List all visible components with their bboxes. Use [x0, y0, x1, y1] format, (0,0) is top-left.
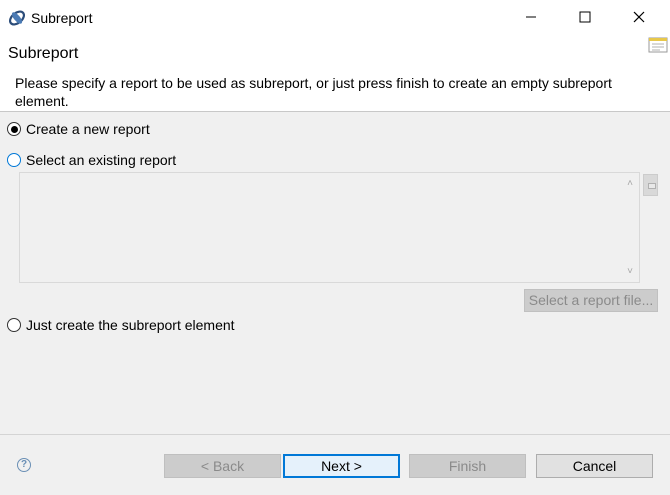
- footer-divider: [0, 434, 670, 435]
- scroll-up-icon[interactable]: ˄: [627, 178, 633, 189]
- select-report-file-button[interactable]: Select a report file...: [524, 289, 658, 312]
- minimize-button[interactable]: [508, 0, 554, 36]
- maximize-icon: [579, 10, 591, 26]
- radio-label: Select an existing report: [26, 152, 177, 168]
- minimize-icon: [525, 10, 537, 26]
- list-side-button[interactable]: [643, 174, 658, 196]
- radio-button[interactable]: [7, 153, 21, 167]
- window-title: Subreport: [31, 10, 93, 26]
- radio-just-create-element[interactable]: Just create the subreport element: [7, 315, 235, 335]
- radio-create-new-report[interactable]: Create a new report: [7, 119, 150, 139]
- radio-button[interactable]: [7, 318, 21, 332]
- radio-button[interactable]: [7, 122, 21, 136]
- wizard-description: Please specify a report to be used as su…: [15, 75, 612, 109]
- close-icon: [633, 10, 645, 26]
- maximize-button[interactable]: [562, 0, 608, 36]
- close-button[interactable]: [616, 0, 662, 36]
- cancel-button[interactable]: Cancel: [536, 454, 653, 478]
- back-button[interactable]: < Back: [164, 454, 281, 478]
- title-bar: Subreport: [0, 0, 670, 36]
- help-icon[interactable]: ?: [17, 458, 31, 472]
- radio-label: Create a new report: [26, 121, 150, 137]
- wizard-banner-icon: [648, 36, 668, 54]
- scroll-down-icon[interactable]: ˅: [627, 266, 633, 277]
- finish-button[interactable]: Finish: [409, 454, 526, 478]
- radio-label: Just create the subreport element: [26, 317, 235, 333]
- existing-report-list[interactable]: ˄ ˅: [19, 172, 640, 283]
- wizard-header: Subreport Please specify a report to be …: [0, 36, 670, 112]
- next-button[interactable]: Next >: [283, 454, 400, 478]
- radio-select-existing-report[interactable]: Select an existing report: [7, 150, 176, 170]
- page-title: Subreport: [8, 45, 79, 62]
- eclipse-icon: [8, 9, 26, 27]
